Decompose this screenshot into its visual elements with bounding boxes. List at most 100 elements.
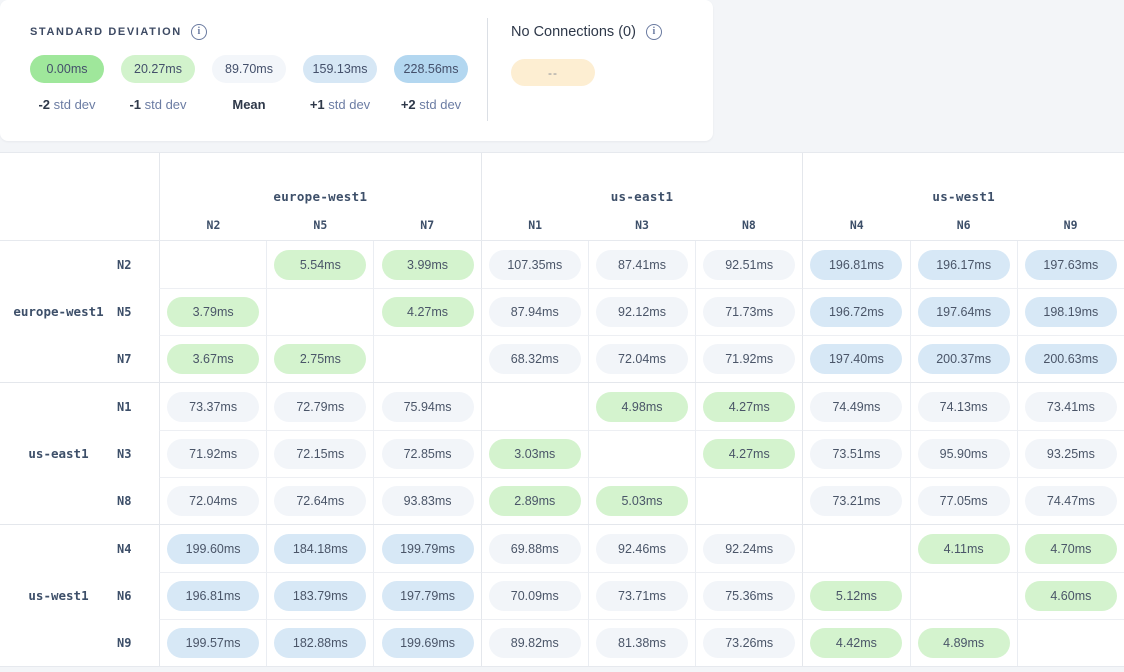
latency-pill[interactable]: 200.37ms (918, 344, 1010, 374)
latency-pill[interactable]: 74.47ms (1025, 486, 1117, 516)
legend-pill-plus2[interactable]: 228.56ms (394, 55, 468, 83)
latency-pill[interactable]: 72.64ms (274, 486, 366, 516)
row-node-label: N3 (117, 447, 159, 461)
latency-cell: 200.63ms (1017, 335, 1124, 382)
latency-pill[interactable]: 4.27ms (703, 392, 795, 422)
latency-cell: 199.69ms (373, 619, 480, 666)
latency-pill[interactable]: 4.27ms (703, 439, 795, 469)
row-label: us-west1N6 (0, 572, 159, 619)
latency-pill[interactable]: 72.85ms (382, 439, 474, 469)
latency-pill[interactable]: 5.03ms (596, 486, 688, 516)
latency-pill[interactable]: 199.69ms (382, 628, 474, 658)
latency-pill[interactable]: 92.46ms (596, 534, 688, 564)
latency-pill[interactable]: 71.73ms (703, 297, 795, 327)
latency-pill[interactable]: 75.94ms (382, 392, 474, 422)
legend-pill-mean[interactable]: 89.70ms (212, 55, 286, 83)
latency-pill[interactable]: 92.12ms (596, 297, 688, 327)
latency-pill[interactable]: 3.03ms (489, 439, 581, 469)
latency-pill[interactable]: 199.79ms (382, 534, 474, 564)
latency-pill[interactable]: 4.89ms (918, 628, 1010, 658)
latency-pill[interactable]: 89.82ms (489, 628, 581, 658)
latency-pill[interactable]: 95.90ms (918, 439, 1010, 469)
row-cells: 5.54ms 3.99ms 107.35ms 87.41ms 92.51ms 196.81… (159, 241, 1124, 288)
latency-pill[interactable]: 72.15ms (274, 439, 366, 469)
legend-pill-minus1[interactable]: 20.27ms (121, 55, 195, 83)
latency-pill[interactable]: 74.13ms (918, 392, 1010, 422)
latency-pill[interactable]: 197.79ms (382, 581, 474, 611)
latency-pill[interactable]: 200.63ms (1025, 344, 1117, 374)
latency-pill[interactable]: 4.11ms (918, 534, 1010, 564)
latency-pill[interactable]: 4.42ms (810, 628, 902, 658)
latency-pill[interactable]: 77.05ms (918, 486, 1010, 516)
std-dev-scale: 0.00ms -2 std dev 20.27ms -1 std dev 89.… (30, 55, 468, 112)
row-node-label: N9 (117, 636, 159, 650)
latency-cell: 107.35ms (481, 241, 588, 288)
latency-pill[interactable]: 184.18ms (274, 534, 366, 564)
latency-pill[interactable]: 73.51ms (810, 439, 902, 469)
latency-pill[interactable]: 72.04ms (596, 344, 688, 374)
latency-pill[interactable]: 199.57ms (167, 628, 259, 658)
latency-pill[interactable]: 197.63ms (1025, 250, 1117, 280)
latency-cell: 71.92ms (159, 430, 266, 477)
latency-pill[interactable]: 71.92ms (703, 344, 795, 374)
latency-pill[interactable]: 73.37ms (167, 392, 259, 422)
latency-pill[interactable]: 81.38ms (596, 628, 688, 658)
latency-pill[interactable]: 182.88ms (274, 628, 366, 658)
latency-cell: 70.09ms (481, 572, 588, 619)
latency-pill[interactable]: 72.79ms (274, 392, 366, 422)
latency-pill[interactable]: 73.26ms (703, 628, 795, 658)
latency-pill[interactable]: 73.21ms (810, 486, 902, 516)
latency-pill[interactable]: 183.79ms (274, 581, 366, 611)
latency-pill[interactable]: 68.32ms (489, 344, 581, 374)
row-label: N8 (0, 477, 159, 524)
latency-pill[interactable]: 71.92ms (167, 439, 259, 469)
legend-pill-plus1[interactable]: 159.13ms (303, 55, 377, 83)
latency-pill[interactable]: 93.25ms (1025, 439, 1117, 469)
latency-cell: 92.12ms (588, 288, 695, 335)
latency-pill[interactable]: 3.99ms (382, 250, 474, 280)
latency-pill[interactable]: 5.12ms (810, 581, 902, 611)
latency-pill[interactable]: 197.64ms (918, 297, 1010, 327)
latency-cell: 5.03ms (588, 477, 695, 524)
latency-pill[interactable]: 2.75ms (274, 344, 366, 374)
latency-cell: 4.27ms (695, 383, 802, 430)
latency-pill[interactable]: 197.40ms (810, 344, 902, 374)
latency-pill[interactable]: 75.36ms (703, 581, 795, 611)
latency-pill[interactable]: 74.49ms (810, 392, 902, 422)
latency-pill[interactable]: 5.54ms (274, 250, 366, 280)
latency-pill[interactable]: 69.88ms (489, 534, 581, 564)
row-node-label: N1 (117, 400, 159, 414)
latency-pill[interactable]: 4.60ms (1025, 581, 1117, 611)
latency-pill[interactable]: 4.70ms (1025, 534, 1117, 564)
latency-pill[interactable]: 196.17ms (918, 250, 1010, 280)
latency-pill[interactable]: 199.60ms (167, 534, 259, 564)
latency-cell: 93.83ms (373, 477, 480, 524)
latency-pill[interactable]: 87.41ms (596, 250, 688, 280)
legend-pill-minus2[interactable]: 0.00ms (30, 55, 104, 83)
latency-pill[interactable]: 4.98ms (596, 392, 688, 422)
latency-pill[interactable]: 196.81ms (167, 581, 259, 611)
std-dev-info-icon[interactable]: i (191, 24, 207, 40)
matrix-body: N25.54ms3.99ms107.35ms87.41ms92.51ms196.… (0, 241, 1124, 666)
latency-pill[interactable]: 3.67ms (167, 344, 259, 374)
latency-pill[interactable]: 93.83ms (382, 486, 474, 516)
latency-cell: 71.92ms (695, 335, 802, 382)
latency-pill[interactable]: 107.35ms (489, 250, 581, 280)
legend-pill-label: -2 std dev (38, 97, 95, 112)
latency-pill[interactable]: 198.19ms (1025, 297, 1117, 327)
latency-pill[interactable]: 92.24ms (703, 534, 795, 564)
latency-pill[interactable]: 4.27ms (382, 297, 474, 327)
latency-pill[interactable]: 73.41ms (1025, 392, 1117, 422)
latency-pill[interactable]: 2.89ms (489, 486, 581, 516)
latency-pill[interactable]: 3.79ms (167, 297, 259, 327)
latency-pill[interactable]: 70.09ms (489, 581, 581, 611)
latency-pill[interactable]: 87.94ms (489, 297, 581, 327)
latency-pill[interactable]: 196.72ms (810, 297, 902, 327)
no-connections-pill[interactable]: -- (511, 59, 595, 86)
latency-cell: 72.15ms (266, 430, 373, 477)
no-connections-info-icon[interactable]: i (646, 24, 662, 40)
latency-pill[interactable]: 73.71ms (596, 581, 688, 611)
latency-pill[interactable]: 196.81ms (810, 250, 902, 280)
latency-pill[interactable]: 72.04ms (167, 486, 259, 516)
latency-pill[interactable]: 92.51ms (703, 250, 795, 280)
